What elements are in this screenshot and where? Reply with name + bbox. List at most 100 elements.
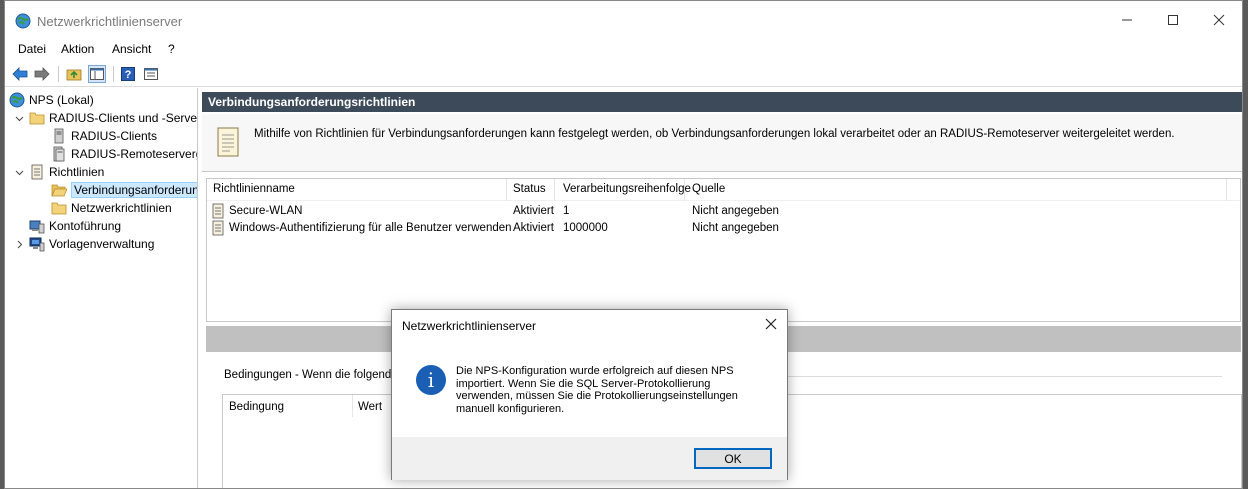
menu-bar: Datei Aktion Ansicht ? bbox=[5, 39, 1242, 59]
tree-item-radius-clients-server[interactable]: RADIUS-Clients und -Server bbox=[13, 109, 198, 127]
show-hide-tree-button[interactable] bbox=[88, 65, 106, 83]
globe-server-icon bbox=[15, 13, 31, 29]
folder-icon bbox=[51, 200, 67, 216]
tree-item-nps-local[interactable]: NPS (Lokal) bbox=[9, 91, 94, 109]
column-header-bedingung[interactable]: Bedingung bbox=[229, 401, 284, 413]
column-divider[interactable] bbox=[352, 395, 353, 417]
table-row[interactable]: Windows-Authentifizierung für alle Benut… bbox=[207, 220, 1240, 237]
server-group-icon bbox=[51, 146, 67, 162]
column-header-richtlinienname[interactable]: Richtlinienname bbox=[213, 183, 295, 195]
table-row[interactable]: Secure-WLAN Aktiviert 1 Nicht angegeben bbox=[207, 203, 1240, 220]
toolbar: ? bbox=[5, 61, 1242, 87]
tree-item-radius-clients[interactable]: RADIUS-Clients bbox=[51, 127, 157, 145]
menu-datei[interactable]: Datei bbox=[18, 42, 46, 56]
menu-help[interactable]: ? bbox=[168, 42, 175, 56]
chevron-down-icon[interactable] bbox=[13, 166, 25, 178]
ok-button[interactable]: OK bbox=[694, 448, 772, 469]
close-icon bbox=[1213, 14, 1225, 26]
maximize-button[interactable] bbox=[1150, 1, 1196, 39]
message-dialog: Netzwerkrichtlinienserver i Die NPS-Konf… bbox=[391, 309, 788, 480]
column-divider[interactable] bbox=[684, 179, 685, 201]
toolbar-separator bbox=[58, 66, 59, 82]
tree-item-vorlagenverwaltung[interactable]: Vorlagenverwaltung bbox=[13, 235, 154, 253]
chevron-right-icon[interactable] bbox=[13, 238, 25, 250]
arrow-left-icon bbox=[12, 67, 28, 81]
properties-button[interactable] bbox=[142, 65, 160, 83]
menu-aktion[interactable]: Aktion bbox=[61, 42, 94, 56]
policy-scroll-icon bbox=[217, 127, 239, 157]
tree-item-label: Verbindungsanforderungsrichtlinien bbox=[71, 182, 197, 198]
minimize-button[interactable] bbox=[1104, 1, 1150, 39]
tree-item-richtlinien[interactable]: Richtlinien bbox=[13, 163, 104, 181]
cell-source: Nicht angegeben bbox=[692, 222, 779, 234]
cell-name: Windows-Authentifizierung für alle Benut… bbox=[229, 222, 512, 234]
help-button[interactable]: ? bbox=[119, 65, 137, 83]
policy-scroll-icon bbox=[29, 164, 45, 180]
up-folder-button[interactable] bbox=[65, 65, 83, 83]
cell-status: Aktiviert bbox=[513, 205, 554, 217]
dialog-message-line: verwenden, müssen Sie die Protokollierun… bbox=[456, 390, 738, 402]
tree-item-label: NPS (Lokal) bbox=[29, 93, 94, 107]
window-title: Netzwerkrichtlinienserver bbox=[37, 14, 183, 29]
cell-source: Nicht angegeben bbox=[692, 205, 779, 217]
maximize-icon bbox=[1168, 15, 1178, 25]
dialog-footer: OK bbox=[392, 437, 787, 480]
column-header-wert[interactable]: Wert bbox=[358, 401, 382, 413]
tree-item-kontofuehrung[interactable]: Kontoführung bbox=[29, 217, 121, 235]
console-tree-icon bbox=[90, 68, 104, 80]
dialog-message-line: importiert. Wenn Sie die SQL Server-Prot… bbox=[456, 377, 711, 390]
tree-item-label: RADIUS-Clients und -Server bbox=[49, 111, 198, 125]
info-banner: Mithilfe von Richtlinien für Verbindungs… bbox=[202, 114, 1242, 172]
tree-item-netzwerkrichtlinien[interactable]: Netzwerkrichtlinien bbox=[51, 199, 172, 217]
console-tree: NPS (Lokal) RADIUS-Clients und -Server R… bbox=[5, 88, 198, 488]
folder-open-icon bbox=[51, 182, 67, 198]
policy-list: Richtlinienname Status Verarbeitungsreih… bbox=[206, 178, 1241, 322]
column-header-status[interactable]: Status bbox=[513, 183, 546, 195]
dialog-message-line: Die NPS-Konfiguration wurde erfolgreich … bbox=[456, 365, 734, 377]
title-bar: Netzwerkrichtlinienserver bbox=[5, 1, 1242, 39]
column-divider[interactable] bbox=[1226, 179, 1227, 201]
tree-item-label: Richtlinien bbox=[49, 165, 105, 179]
main-window: Netzwerkrichtlinienserver Datei Aktion A… bbox=[4, 0, 1243, 489]
tree-item-label: RADIUS-Remoteservergruppen bbox=[71, 147, 197, 161]
server-icon bbox=[51, 128, 67, 144]
minimize-icon bbox=[1122, 19, 1132, 21]
dialog-title: Netzwerkrichtlinienserver bbox=[402, 319, 537, 333]
chevron-down-icon[interactable] bbox=[13, 112, 25, 124]
tree-item-radius-remoteservergroups[interactable]: RADIUS-Remoteservergruppen bbox=[51, 145, 197, 163]
toolbar-separator bbox=[113, 66, 114, 82]
info-text: Mithilfe von Richtlinien für Verbindungs… bbox=[254, 128, 1175, 140]
properties-icon bbox=[144, 68, 158, 80]
forward-button[interactable] bbox=[33, 65, 51, 83]
column-divider[interactable] bbox=[506, 179, 507, 201]
folder-icon bbox=[29, 110, 45, 126]
policy-scroll-icon bbox=[212, 220, 224, 236]
column-divider[interactable] bbox=[554, 179, 555, 201]
globe-server-icon bbox=[9, 92, 25, 108]
tree-item-verbindungsanforderungsrichtlinien[interactable]: Verbindungsanforderungsrichtlinien bbox=[51, 181, 197, 199]
tree-item-label: RADIUS-Clients bbox=[71, 129, 158, 143]
cell-order: 1 bbox=[563, 205, 570, 217]
back-button[interactable] bbox=[11, 65, 29, 83]
column-header-verarbeitungsreihenfolge[interactable]: Verarbeitungsreihenfolge bbox=[563, 183, 691, 195]
tree-item-label: Vorlagenverwaltung bbox=[49, 237, 155, 251]
svg-text:?: ? bbox=[125, 69, 132, 81]
cell-status: Aktiviert bbox=[513, 222, 554, 234]
dialog-close-button[interactable] bbox=[763, 316, 779, 332]
close-icon bbox=[765, 318, 777, 330]
cell-name: Secure-WLAN bbox=[229, 205, 303, 217]
info-icon: i bbox=[416, 365, 446, 395]
menu-ansicht[interactable]: Ansicht bbox=[112, 42, 151, 56]
folder-up-icon bbox=[66, 69, 82, 81]
help-icon: ? bbox=[121, 67, 135, 81]
template-management-icon bbox=[29, 236, 45, 252]
column-header-quelle[interactable]: Quelle bbox=[692, 183, 725, 195]
accounting-icon bbox=[29, 218, 45, 234]
dialog-message-line: manuell konfigurieren. bbox=[456, 402, 565, 415]
dialog-message: Die NPS-Konfiguration wurde erfolgreich … bbox=[456, 365, 766, 415]
pane-title: Verbindungsanforderungsrichtlinien bbox=[202, 92, 1242, 112]
close-button[interactable] bbox=[1196, 1, 1242, 39]
list-header: Richtlinienname Status Verarbeitungsreih… bbox=[207, 179, 1240, 201]
tree-item-label: Netzwerkrichtlinien bbox=[71, 201, 172, 215]
arrow-right-icon bbox=[34, 67, 50, 81]
